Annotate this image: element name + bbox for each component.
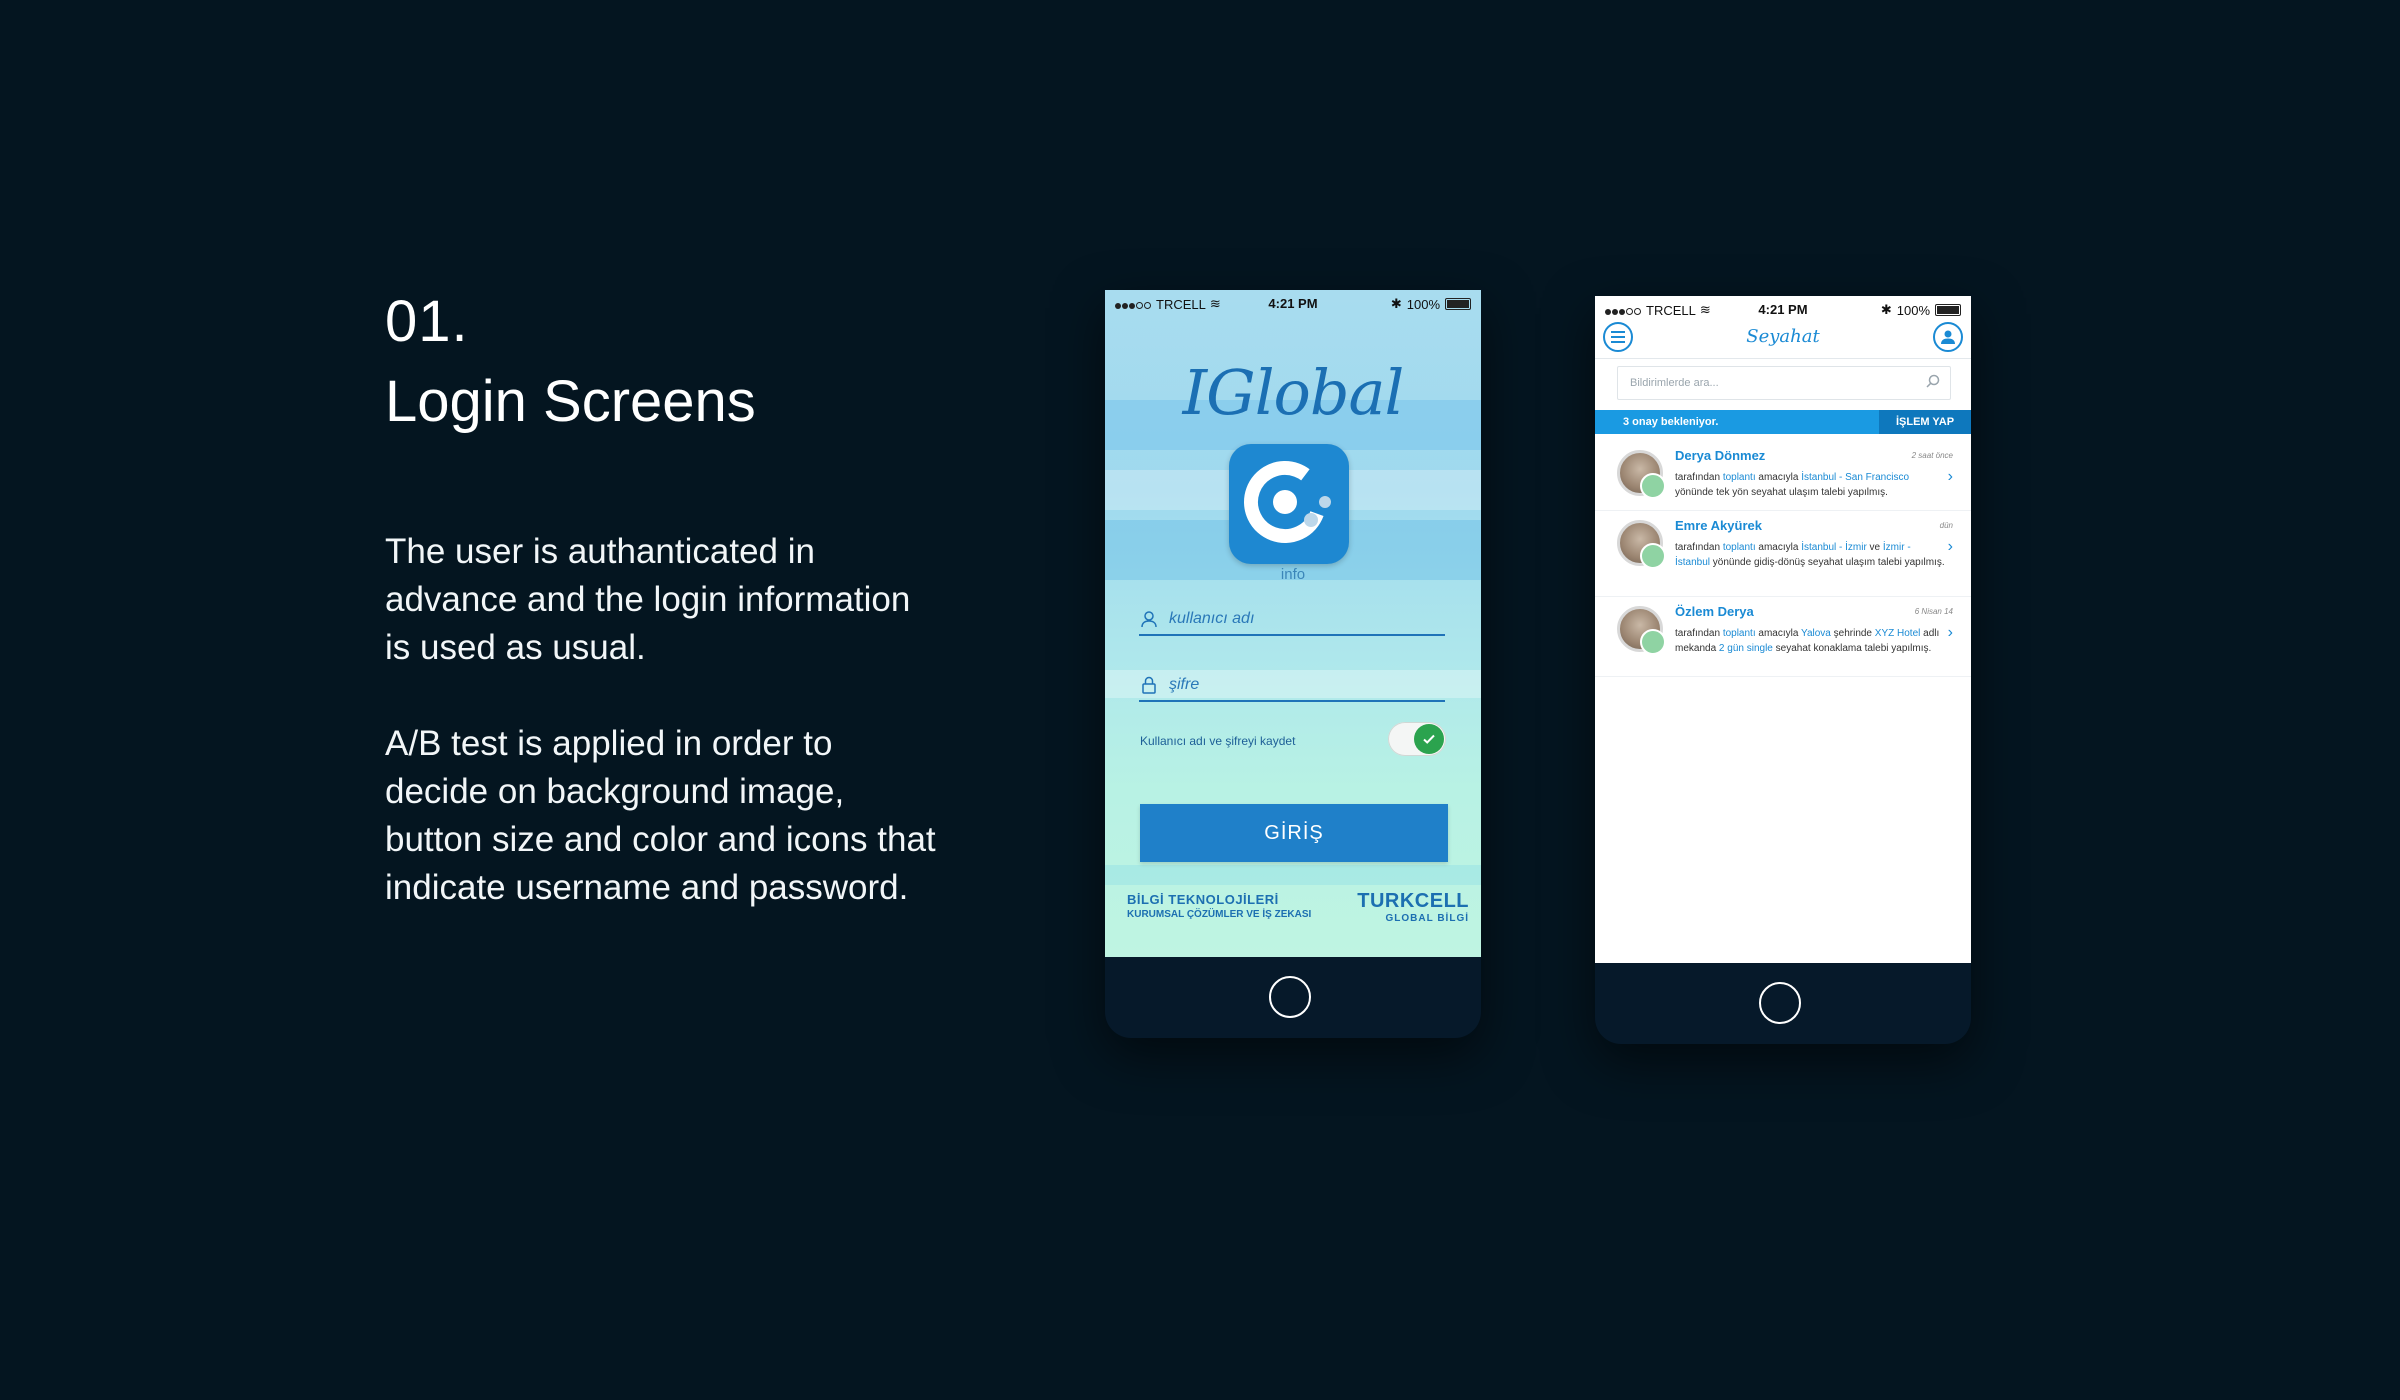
text-highlight: XYZ Hotel xyxy=(1874,628,1921,639)
lock-icon xyxy=(1139,675,1159,695)
notification-item[interactable]: Derya Dönmez 2 saat önce tarafından topl… xyxy=(1595,444,1971,511)
chevron-right-icon: › xyxy=(1947,538,1953,555)
avatar xyxy=(1617,606,1666,655)
notification-text: tarafından toplantı amacıyla İstanbul - … xyxy=(1675,540,1945,570)
footer-right-line1: TURKCELL xyxy=(1357,890,1469,912)
home-button[interactable] xyxy=(1269,976,1311,1018)
app-logo: IGlobal xyxy=(1182,356,1405,429)
nav-title: Seyahat xyxy=(1746,326,1820,347)
bluetooth-icon: ✱ xyxy=(1390,296,1402,311)
user-icon xyxy=(1139,609,1159,629)
remember-toggle[interactable] xyxy=(1388,722,1446,756)
home-button[interactable] xyxy=(1759,982,1801,1024)
text-part: tarafından xyxy=(1675,472,1723,483)
text-part: amacıyla xyxy=(1755,628,1802,639)
text-part: yönünde tek yön seyahat ulaşım talebi ya… xyxy=(1675,487,1888,498)
travel-badge-icon xyxy=(1640,629,1666,655)
text-part: şehrinde xyxy=(1830,628,1875,639)
text-highlight: toplantı xyxy=(1722,472,1756,483)
check-icon xyxy=(1414,724,1444,754)
pending-approvals-banner: 3 onay bekleniyor. İŞLEM YAP xyxy=(1595,410,1971,434)
text-highlight: toplantı xyxy=(1722,628,1756,639)
text-part: tarafından xyxy=(1675,628,1723,639)
footer-right-line2: GLOBAL BİLGİ xyxy=(1385,913,1469,924)
username-input[interactable] xyxy=(1169,610,1419,628)
footer-left-line2: KURUMSAL ÇÖZÜMLER VE İŞ ZEKASI xyxy=(1127,909,1312,920)
avatar xyxy=(1617,450,1666,499)
notification-sender: Emre Akyürek xyxy=(1675,518,1762,533)
travel-badge-icon xyxy=(1640,473,1666,499)
search-input[interactable] xyxy=(1628,376,1926,390)
profile-icon[interactable] xyxy=(1933,322,1963,352)
battery-icon xyxy=(1445,298,1471,310)
search-box[interactable] xyxy=(1617,366,1951,400)
text-part: seyahat konaklama talebi yapılmış. xyxy=(1772,643,1932,654)
notification-sender: Özlem Derya xyxy=(1675,604,1754,619)
notification-text: tarafından toplantı amacıyla Yalova şehr… xyxy=(1675,626,1945,656)
text-part: amacıyla xyxy=(1755,472,1802,483)
login-phone-mockup: TRCELL ≋ 4:21 PM ✱ 100% IGlobal info kul… xyxy=(1105,290,1481,1038)
app-icon xyxy=(1229,444,1349,564)
battery-icon xyxy=(1935,304,1961,316)
chevron-right-icon: › xyxy=(1947,624,1953,641)
text-highlight: toplantı xyxy=(1722,542,1756,553)
nav-bar: Seyahat xyxy=(1595,318,1971,359)
notification-item[interactable]: Özlem Derya 6 Nisan 14 tarafından toplan… xyxy=(1595,600,1971,677)
section-number: 01. xyxy=(385,289,469,354)
travel-phone-mockup: TRCELL ≋ 4:21 PM ✱ 100% Seyahat Bildirim… xyxy=(1595,296,1971,1044)
notification-time: dün xyxy=(1939,521,1953,530)
chevron-right-icon: › xyxy=(1947,468,1953,485)
password-input[interactable] xyxy=(1169,676,1419,694)
app-icon-label: info xyxy=(1280,566,1306,583)
travel-badge-icon xyxy=(1640,543,1666,569)
text-highlight: İstanbul - İzmir xyxy=(1801,542,1867,553)
section-title: Login Screens xyxy=(385,369,756,434)
avatar xyxy=(1617,520,1666,569)
login-button[interactable]: GİRİŞ xyxy=(1140,804,1448,862)
text-highlight: İstanbul - San Francisco xyxy=(1801,472,1910,483)
footer-left-line1: BİLGİ TEKNOLOJİLERİ xyxy=(1127,892,1279,907)
text-part: tarafından xyxy=(1675,542,1723,553)
notification-sender: Derya Dönmez xyxy=(1675,448,1766,463)
search-icon[interactable] xyxy=(1926,374,1940,393)
password-field[interactable] xyxy=(1139,670,1445,702)
notification-item[interactable]: Emre Akyürek dün tarafından toplantı ama… xyxy=(1595,514,1971,597)
bg-stripe xyxy=(1105,865,1481,885)
take-action-button[interactable]: İŞLEM YAP xyxy=(1879,410,1971,434)
footer-brand-left: BİLGİ TEKNOLOJİLERİ KURUMSAL ÇÖZÜMLER VE… xyxy=(1127,892,1311,920)
description-paragraph-1: The user is authanticated in advance and… xyxy=(385,532,911,667)
notification-time: 2 saat önce xyxy=(1911,451,1953,460)
notification-time: 6 Nisan 14 xyxy=(1914,607,1953,616)
notification-text: tarafından toplantı amacıyla İstanbul - … xyxy=(1675,470,1945,500)
username-field[interactable] xyxy=(1139,604,1445,636)
text-highlight: 2 gün single xyxy=(1718,643,1773,654)
remember-label: Kullanıcı adı ve şifreyi kaydet xyxy=(1140,734,1296,748)
text-part: amacıyla xyxy=(1755,542,1802,553)
text-part: ve xyxy=(1866,542,1883,553)
bluetooth-icon: ✱ xyxy=(1880,302,1892,317)
text-part: yönünde gidiş-dönüş seyahat ulaşım taleb… xyxy=(1710,557,1945,568)
travel-screen: TRCELL ≋ 4:21 PM ✱ 100% Seyahat Bildirim… xyxy=(1595,296,1971,963)
text-highlight: Yalova xyxy=(1801,628,1831,639)
footer-brand-right: TURKCELL GLOBAL BİLGİ xyxy=(1357,890,1469,924)
banner-text: 3 onay bekleniyor. xyxy=(1623,416,1719,428)
battery-percent: 100% xyxy=(1896,302,1930,318)
description-paragraph-2: A/B test is applied in order to decide o… xyxy=(385,724,936,907)
login-screen: TRCELL ≋ 4:21 PM ✱ 100% IGlobal info kul… xyxy=(1105,290,1481,957)
status-bar: TRCELL ≋ 4:21 PM ✱ 100% xyxy=(1105,290,1481,316)
battery-percent: 100% xyxy=(1406,296,1440,312)
